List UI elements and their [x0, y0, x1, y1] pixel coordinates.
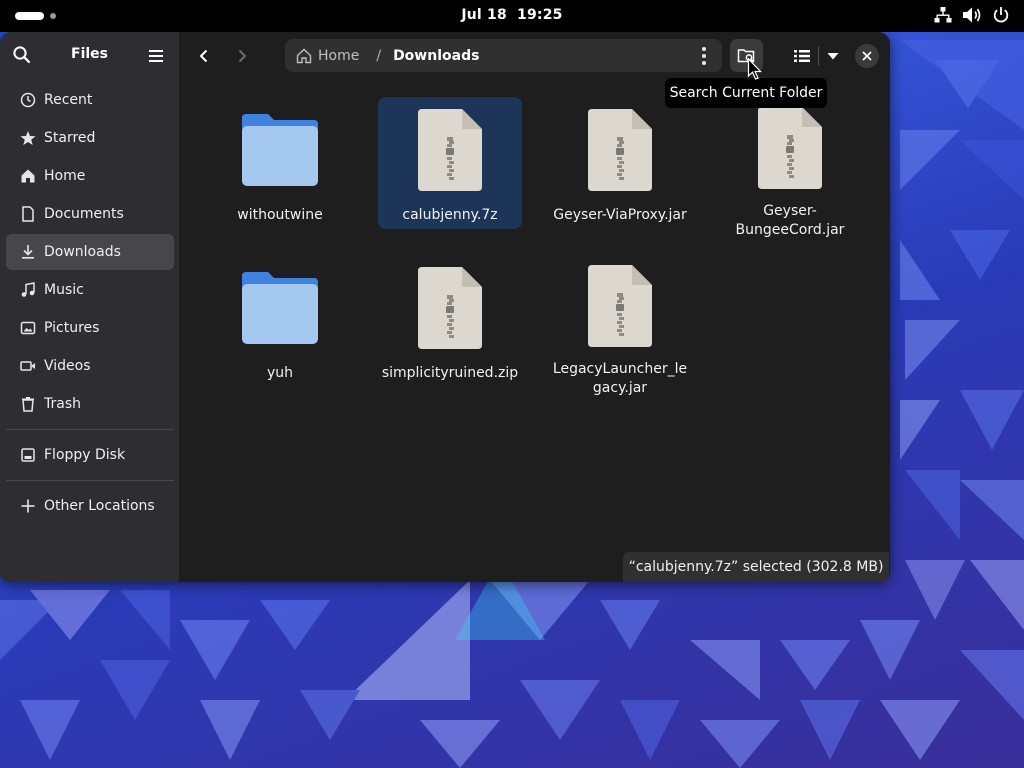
sidebar-item-label: Home [44, 168, 86, 184]
trash-icon [19, 395, 37, 413]
sidebar-item-other-locations[interactable]: Other Locations [6, 488, 174, 524]
sidebar-item-label: Music [44, 282, 84, 298]
content-pane: Home / Downloads withoutwine calubjenny.… [179, 32, 890, 582]
sidebar-item-label: Downloads [44, 244, 121, 260]
download-icon [19, 243, 37, 261]
sidebar-item-floppy-disk[interactable]: Floppy Disk [6, 437, 174, 473]
file-name: Geyser-ViaProxy.jar [553, 207, 687, 223]
path-bar: Home / Downloads [285, 39, 722, 72]
sidebar-separator [6, 429, 174, 430]
forward-button[interactable] [230, 44, 254, 68]
power-icon [993, 7, 1009, 23]
hamburger-menu-icon [149, 50, 163, 62]
home-icon [19, 167, 37, 185]
list-view-icon [794, 50, 810, 62]
picture-icon [19, 319, 37, 337]
file-name: Geyser-BungeeCord.jar [735, 203, 845, 238]
places-list: Recent Starred Home Documents Downloads … [6, 82, 174, 526]
sidebar-item-pictures[interactable]: Pictures [6, 310, 174, 346]
file-name: calubjenny.7z [402, 207, 498, 223]
file-item[interactable]: simplicityruined.zip [378, 255, 522, 387]
sidebar-item-home[interactable]: Home [6, 158, 174, 194]
sidebar-item-starred[interactable]: Starred [6, 120, 174, 156]
sidebar-item-label: Documents [44, 206, 124, 222]
sidebar-item-label: Recent [44, 92, 93, 108]
sidebar-item-documents[interactable]: Documents [6, 196, 174, 232]
music-icon [19, 281, 37, 299]
sidebar-item-label: Floppy Disk [44, 447, 126, 463]
sidebar-header: Files [0, 32, 179, 78]
archive-icon [575, 263, 665, 349]
system-tray[interactable] [934, 6, 1010, 24]
sidebar-separator [6, 480, 174, 481]
video-icon [19, 357, 37, 375]
file-item[interactable]: withoutwine [208, 97, 352, 229]
archive-icon [405, 263, 495, 353]
sidebar-item-label: Trash [44, 396, 81, 412]
sidebar: Files Recent Starred Home Documents Down… [0, 32, 179, 582]
main-menu-button[interactable] [146, 46, 166, 66]
folder-menu-button[interactable] [696, 47, 712, 65]
chevron-right-icon [238, 49, 247, 63]
view-options-button[interactable] [822, 44, 844, 68]
volume-icon [963, 7, 981, 23]
home-icon [296, 48, 312, 64]
clock-icon [19, 91, 37, 109]
sidebar-item-label: Pictures [44, 320, 100, 336]
selection-status: “calubjenny.7z” selected (302.8 MB) [623, 552, 889, 582]
chevron-left-icon [199, 49, 208, 63]
star-icon [19, 129, 37, 147]
drive-icon [19, 446, 37, 464]
folder-icon [235, 263, 325, 353]
sidebar-item-downloads[interactable]: Downloads [6, 234, 174, 270]
file-item[interactable]: yuh [208, 255, 352, 387]
folder-icon [235, 105, 325, 195]
kebab-dot [702, 47, 706, 51]
breadcrumb-current[interactable]: Downloads [393, 48, 479, 64]
back-button[interactable] [192, 44, 216, 68]
mouse-cursor-icon [747, 58, 762, 80]
kebab-dot [702, 61, 706, 65]
file-item[interactable]: LegacyLauncher_legacy.jar [548, 255, 692, 396]
file-item[interactable]: Geyser-ViaProxy.jar [548, 97, 692, 229]
sidebar-item-music[interactable]: Music [6, 272, 174, 308]
kebab-dot [702, 54, 706, 58]
close-button[interactable] [855, 44, 879, 68]
header-bar: Home / Downloads [179, 32, 890, 78]
file-item[interactable]: Geyser-BungeeCord.jar [718, 97, 862, 238]
top-bar: Jul 18 19:25 [0, 0, 1024, 32]
breadcrumb-home[interactable]: Home [318, 48, 359, 64]
sidebar-item-label: Starred [44, 130, 96, 146]
network-icon [934, 7, 952, 23]
sidebar-item-recent[interactable]: Recent [6, 82, 174, 118]
view-toggle-button[interactable] [790, 44, 814, 68]
chevron-down-icon [827, 53, 839, 60]
sidebar-item-label: Videos [44, 358, 91, 374]
document-icon [19, 205, 37, 223]
close-icon [862, 51, 872, 61]
breadcrumb-separator: / [376, 47, 382, 64]
sidebar-item-label: Other Locations [44, 498, 155, 514]
archive-icon [745, 105, 835, 191]
sidebar-item-trash[interactable]: Trash [6, 386, 174, 422]
clock-time: 19:25 [517, 7, 563, 23]
clock-date: Jul 18 [461, 7, 507, 23]
file-name: yuh [266, 365, 294, 381]
plus-icon [19, 497, 37, 515]
file-item-selected[interactable]: calubjenny.7z [378, 97, 522, 229]
archive-icon [405, 105, 495, 195]
file-name: LegacyLauncher_legacy.jar [552, 361, 688, 396]
archive-icon [575, 105, 665, 195]
tooltip: Search Current Folder [665, 78, 827, 108]
clock[interactable]: Jul 18 19:25 [0, 7, 1024, 23]
file-name: simplicityruined.zip [381, 365, 519, 381]
sidebar-item-videos[interactable]: Videos [6, 348, 174, 384]
files-window: Files Recent Starred Home Documents Down… [0, 32, 890, 582]
file-name: withoutwine [237, 207, 323, 223]
view-button-divider [818, 47, 819, 65]
